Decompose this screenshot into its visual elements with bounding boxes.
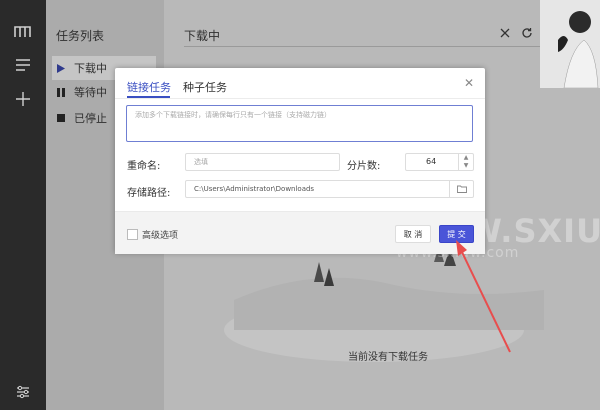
annotation-arrow-icon (456, 240, 511, 353)
